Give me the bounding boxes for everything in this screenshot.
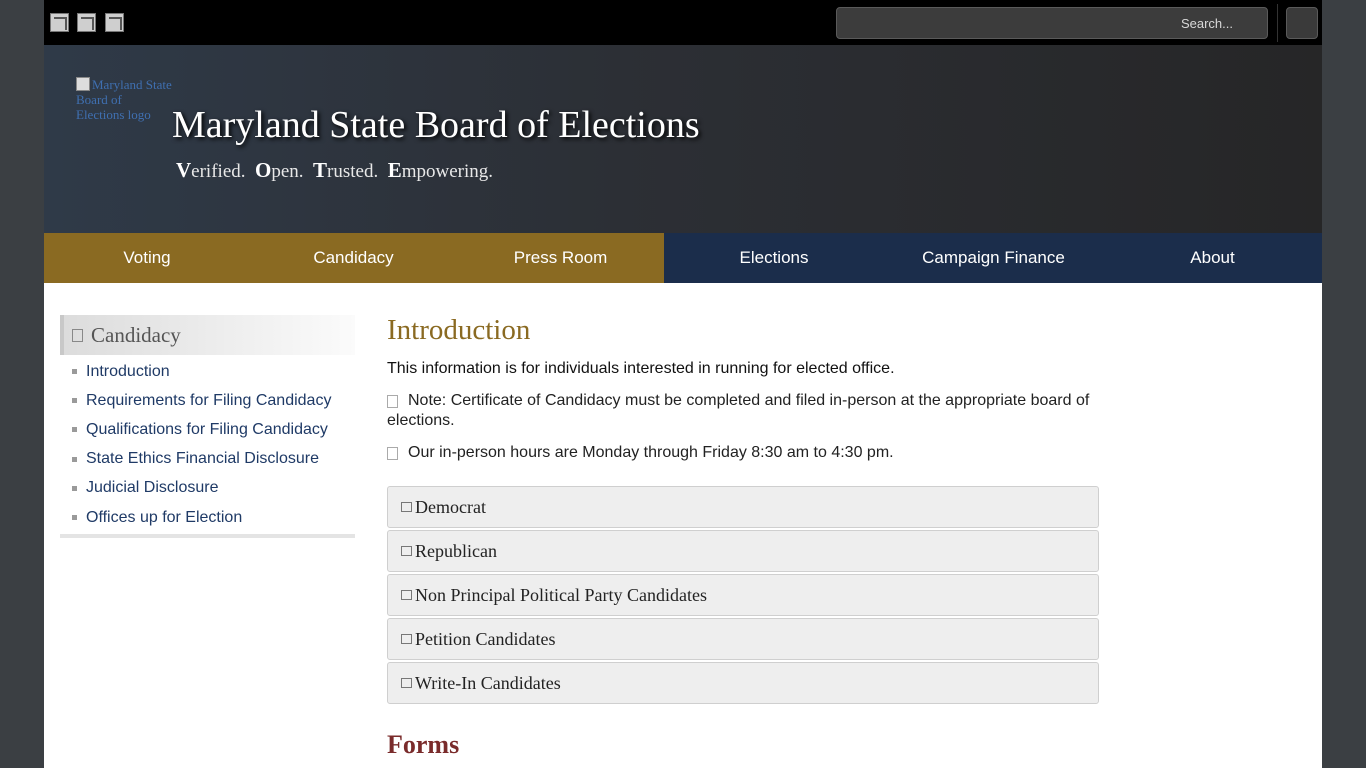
sidebar-link[interactable]: Offices up for Election — [86, 509, 242, 527]
expand-icon — [401, 634, 412, 644]
search-input[interactable] — [837, 8, 1267, 38]
nav-group-primary: Voting Candidacy Press Room — [44, 233, 664, 283]
sidebar-link[interactable]: State Ethics Financial Disclosure — [86, 450, 319, 468]
menu-button[interactable] — [1286, 7, 1318, 39]
nav-group-secondary: Elections Campaign Finance About — [664, 233, 1322, 283]
sidebar-item-judicial-disclosure: Judicial Disclosure — [60, 474, 355, 503]
page: Maryland State Board of Elections logo M… — [44, 0, 1322, 768]
main-nav: Voting Candidacy Press Room Elections Ca… — [44, 233, 1322, 283]
broken-image-icon — [76, 77, 90, 91]
accordion-write-in[interactable]: Write-In Candidates — [387, 662, 1099, 704]
note-certificate: Note: Certificate of Candidacy must be c… — [387, 391, 1107, 431]
tagline-word: pen. — [271, 161, 304, 182]
sidebar-item-introduction: Introduction — [60, 357, 355, 386]
tagline-word: rusted. — [327, 161, 379, 182]
logo-alt-text: Maryland State Board of Elections logo — [76, 77, 172, 122]
accordion-republican[interactable]: Republican — [387, 530, 1099, 572]
accordion-petition[interactable]: Petition Candidates — [387, 618, 1099, 660]
accordion-democrat[interactable]: Democrat — [387, 486, 1099, 528]
search-box — [836, 7, 1268, 39]
sidebar-link[interactable]: Requirements for Filing Candidacy — [86, 392, 331, 410]
accordion-label: Write-In Candidates — [415, 672, 561, 693]
accordion-label: Petition Candidates — [415, 628, 556, 649]
sidebar-item-requirements: Requirements for Filing Candidacy — [60, 386, 355, 415]
nav-item-about[interactable]: About — [1103, 233, 1322, 283]
bullet-icon — [72, 485, 77, 491]
accordion-label: Non Principal Political Party Candidates — [415, 584, 707, 605]
sidebar-item-qualifications: Qualifications for Filing Candidacy — [60, 415, 355, 444]
nav-item-voting[interactable]: Voting — [44, 233, 250, 283]
intro-text: This information is for individuals inte… — [387, 360, 895, 377]
info-icon — [387, 395, 398, 408]
note-hours: Our in-person hours are Monday through F… — [387, 443, 1107, 463]
sidebar-link[interactable]: Qualifications for Filing Candidacy — [86, 421, 328, 439]
expand-icon — [401, 590, 412, 600]
tagline-word: erified. — [191, 161, 246, 182]
tagline-initial: T — [313, 158, 328, 182]
bullet-icon — [72, 398, 77, 404]
accordion-non-principal[interactable]: Non Principal Political Party Candidates — [387, 574, 1099, 616]
bullet-icon — [72, 369, 77, 375]
sidebar-link[interactable]: Introduction — [86, 363, 170, 381]
nav-item-candidacy[interactable]: Candidacy — [250, 233, 457, 283]
tagline-initial: E — [387, 158, 402, 182]
bullet-icon — [72, 456, 77, 462]
note-text: Our in-person hours are Monday through F… — [408, 444, 894, 461]
sidebar-item-offices: Offices up for Election — [60, 503, 355, 532]
sidebar-divider — [60, 534, 355, 538]
image-icon[interactable] — [77, 13, 96, 32]
accordion-label: Republican — [415, 540, 497, 561]
nav-item-elections[interactable]: Elections — [664, 233, 884, 283]
expand-icon — [401, 546, 412, 556]
note-text: Note: Certificate of Candidacy must be c… — [387, 392, 1090, 429]
expand-icon — [401, 502, 412, 512]
accordion-label: Democrat — [415, 496, 486, 517]
site-tagline: Verified. Open. Trusted. Empowering. — [176, 158, 493, 183]
tagline-word: mpowering. — [401, 161, 494, 182]
divider — [1277, 4, 1278, 42]
sidebar-heading-label: Candidacy — [91, 322, 181, 347]
page-title: Introduction — [387, 314, 531, 346]
main-content: Introduction This information is for ind… — [387, 310, 1107, 463]
site-title: Maryland State Board of Elections — [172, 104, 700, 146]
sidebar-item-state-ethics: State Ethics Financial Disclosure — [60, 445, 355, 474]
sidebar-link[interactable]: Judicial Disclosure — [86, 479, 219, 497]
expand-icon — [401, 678, 412, 688]
menu-icon — [72, 328, 83, 342]
nav-item-press-room[interactable]: Press Room — [457, 233, 664, 283]
tagline-initial: O — [255, 158, 272, 182]
top-bar — [44, 0, 1322, 45]
forms-heading: Forms — [387, 730, 460, 759]
bullet-icon — [72, 515, 77, 521]
image-icon[interactable] — [105, 13, 124, 32]
site-banner: Maryland State Board of Elections logo M… — [44, 45, 1322, 233]
site-logo[interactable]: Maryland State Board of Elections logo — [76, 77, 172, 131]
sidebar-heading: Candidacy — [60, 315, 355, 355]
tagline-initial: V — [176, 158, 192, 182]
nav-item-campaign-finance[interactable]: Campaign Finance — [884, 233, 1103, 283]
info-icon — [387, 447, 398, 460]
sidebar-list: Introduction Requirements for Filing Can… — [60, 357, 355, 532]
bullet-icon — [72, 427, 77, 433]
image-icon[interactable] — [50, 13, 69, 32]
